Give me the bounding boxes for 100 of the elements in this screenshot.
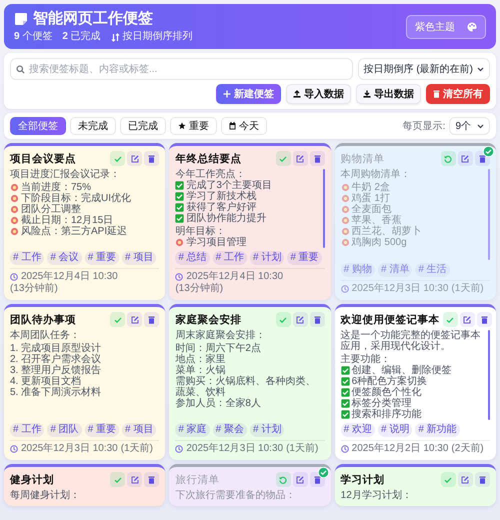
edit-button[interactable] [292, 312, 308, 327]
tag-chip[interactable]: # 欢迎 [340, 423, 375, 437]
stat-label: 2 已完成 [62, 31, 101, 43]
per-page-select[interactable]: 9个 [449, 117, 490, 135]
note-title: 家庭聚会安排 [175, 312, 242, 328]
per-page-label: 每页显示: [402, 120, 446, 133]
tag-chip[interactable]: # 购物 [340, 263, 375, 277]
tag-chip[interactable]: # 工作 [10, 251, 44, 265]
edit-button[interactable] [127, 312, 142, 327]
tag-chip[interactable]: # 计划 [250, 251, 284, 265]
tag-chip[interactable]: # 计划 [250, 423, 284, 437]
new-note-button[interactable]: 新建便签 [216, 84, 281, 104]
tag-chip[interactable]: # 重要 [84, 423, 120, 437]
edit-icon [296, 154, 304, 162]
complete-button[interactable] [442, 312, 458, 327]
tag-chip[interactable]: # 重要 [287, 251, 322, 265]
scrollbar[interactable] [488, 330, 490, 420]
tag-chip[interactable]: # 项目 [122, 251, 156, 265]
import-button[interactable]: 导入数据 [286, 84, 351, 104]
note-text: 主要功能： [340, 354, 391, 365]
edit-button[interactable] [458, 472, 473, 487]
scrollbar[interactable] [322, 169, 325, 248]
note-age: (13分钟前) [175, 283, 224, 295]
clear-all-button[interactable]: 清空所有 [426, 84, 490, 104]
undo-icon [444, 154, 452, 162]
tag-chip[interactable]: # 生活 [415, 263, 450, 277]
delete-button[interactable] [144, 151, 160, 166]
search-field[interactable]: 搜索便签标题、内容或标签... [10, 58, 353, 80]
note-text: 2. 召开客户需求会议 [10, 354, 102, 365]
tag-chip[interactable]: # 家庭 [175, 423, 210, 437]
delete-button[interactable] [310, 312, 325, 327]
note-text: 便签颜色个性化 [352, 387, 422, 398]
note-text: 本周团队任务： [10, 330, 80, 341]
delete-button[interactable] [476, 312, 492, 327]
tag-chip[interactable]: # 重要 [84, 251, 120, 265]
filter-tab[interactable]: 重要 [170, 117, 217, 135]
note-text: 项目进度汇报会议记录： [10, 169, 120, 180]
filter-tab[interactable]: 未完成 [70, 117, 116, 135]
sort-select[interactable]: 按日期倒序 (最新的在前) [358, 58, 490, 80]
note-date: 2025年12月3日 10:30 [186, 443, 284, 455]
delete-button[interactable] [474, 472, 490, 487]
edit-button[interactable] [127, 472, 142, 487]
note-age: (1天前) [120, 443, 153, 455]
delete-button[interactable] [310, 151, 325, 166]
note-text: 4. 更新项目文档 [10, 376, 82, 387]
note-text: 团队分工调整 [21, 204, 81, 215]
tag-chip[interactable]: # 工作 [212, 251, 248, 265]
tag-chip[interactable]: # 新功能 [415, 423, 460, 437]
note-text: 鸡蛋 1打 [352, 193, 390, 204]
note-text: 标签分类管理 [352, 398, 412, 409]
note-text: 团队协作能力提升 [186, 213, 266, 224]
note-text: 需购买：火锅底料、各种肉类、蔬菜、饮料 [175, 376, 316, 398]
palette-icon [467, 22, 477, 32]
tag-chip[interactable]: # 项目 [122, 423, 156, 437]
clock-icon [10, 445, 18, 453]
edit-icon [296, 316, 304, 324]
note-text: 风险点：第三方API延迟 [21, 226, 128, 237]
checkbox-icon [340, 410, 350, 419]
checkbox-icon [340, 377, 350, 386]
trash-icon [314, 154, 321, 162]
scrollbar[interactable] [488, 169, 490, 260]
undo-icon [279, 476, 288, 484]
bullet-icon [10, 205, 19, 214]
filter-tab[interactable]: 已完成 [120, 117, 166, 135]
delete-button[interactable] [144, 472, 160, 487]
bullet-icon [340, 238, 350, 247]
note-text: 下阶段目标：完成UI优化 [21, 193, 131, 204]
note-text: 3. 整理用户反馈报告 [10, 365, 102, 376]
note-text: 获得了客户好评 [186, 202, 256, 213]
tag-chip[interactable]: # 总结 [175, 251, 210, 265]
edit-button[interactable] [458, 151, 473, 166]
tag-chip[interactable]: # 聚会 [212, 423, 248, 437]
export-button[interactable]: 导出数据 [356, 84, 421, 104]
note-title: 购物清单 [340, 152, 385, 167]
bullet-icon [340, 183, 350, 192]
edit-icon [130, 316, 139, 324]
edit-button[interactable] [292, 151, 308, 166]
bullet-icon [10, 216, 19, 225]
theme-button[interactable]: 紫色主题 [406, 14, 486, 38]
edit-button[interactable] [292, 472, 308, 487]
upload-icon [293, 90, 301, 98]
tag-chip[interactable]: # 说明 [378, 423, 412, 437]
tag-chip[interactable]: # 清单 [378, 263, 412, 277]
clock-icon [340, 445, 349, 453]
tag-chip[interactable]: # 工作 [10, 423, 44, 437]
filter-tab[interactable]: 今天 [221, 117, 267, 135]
tag-chip[interactable]: # 团队 [47, 423, 82, 437]
edit-button[interactable] [460, 312, 475, 327]
filter-tab[interactable]: 全部便签 [10, 117, 66, 135]
edit-button[interactable] [127, 151, 142, 166]
note-text: 菜单：火锅 [175, 365, 226, 376]
note-title: 团队待办事项 [10, 313, 76, 328]
note-text: 地点：家里 [175, 354, 226, 365]
note-text: 时间：周六下午2点 [175, 343, 261, 354]
note-title: 旅行清单 [175, 473, 220, 488]
edit-icon [130, 154, 139, 162]
trash-icon [478, 476, 486, 484]
note-text: 牛奶 2盒 [352, 182, 390, 193]
tag-chip[interactable]: # 会议 [47, 251, 82, 265]
delete-button[interactable] [144, 312, 160, 327]
